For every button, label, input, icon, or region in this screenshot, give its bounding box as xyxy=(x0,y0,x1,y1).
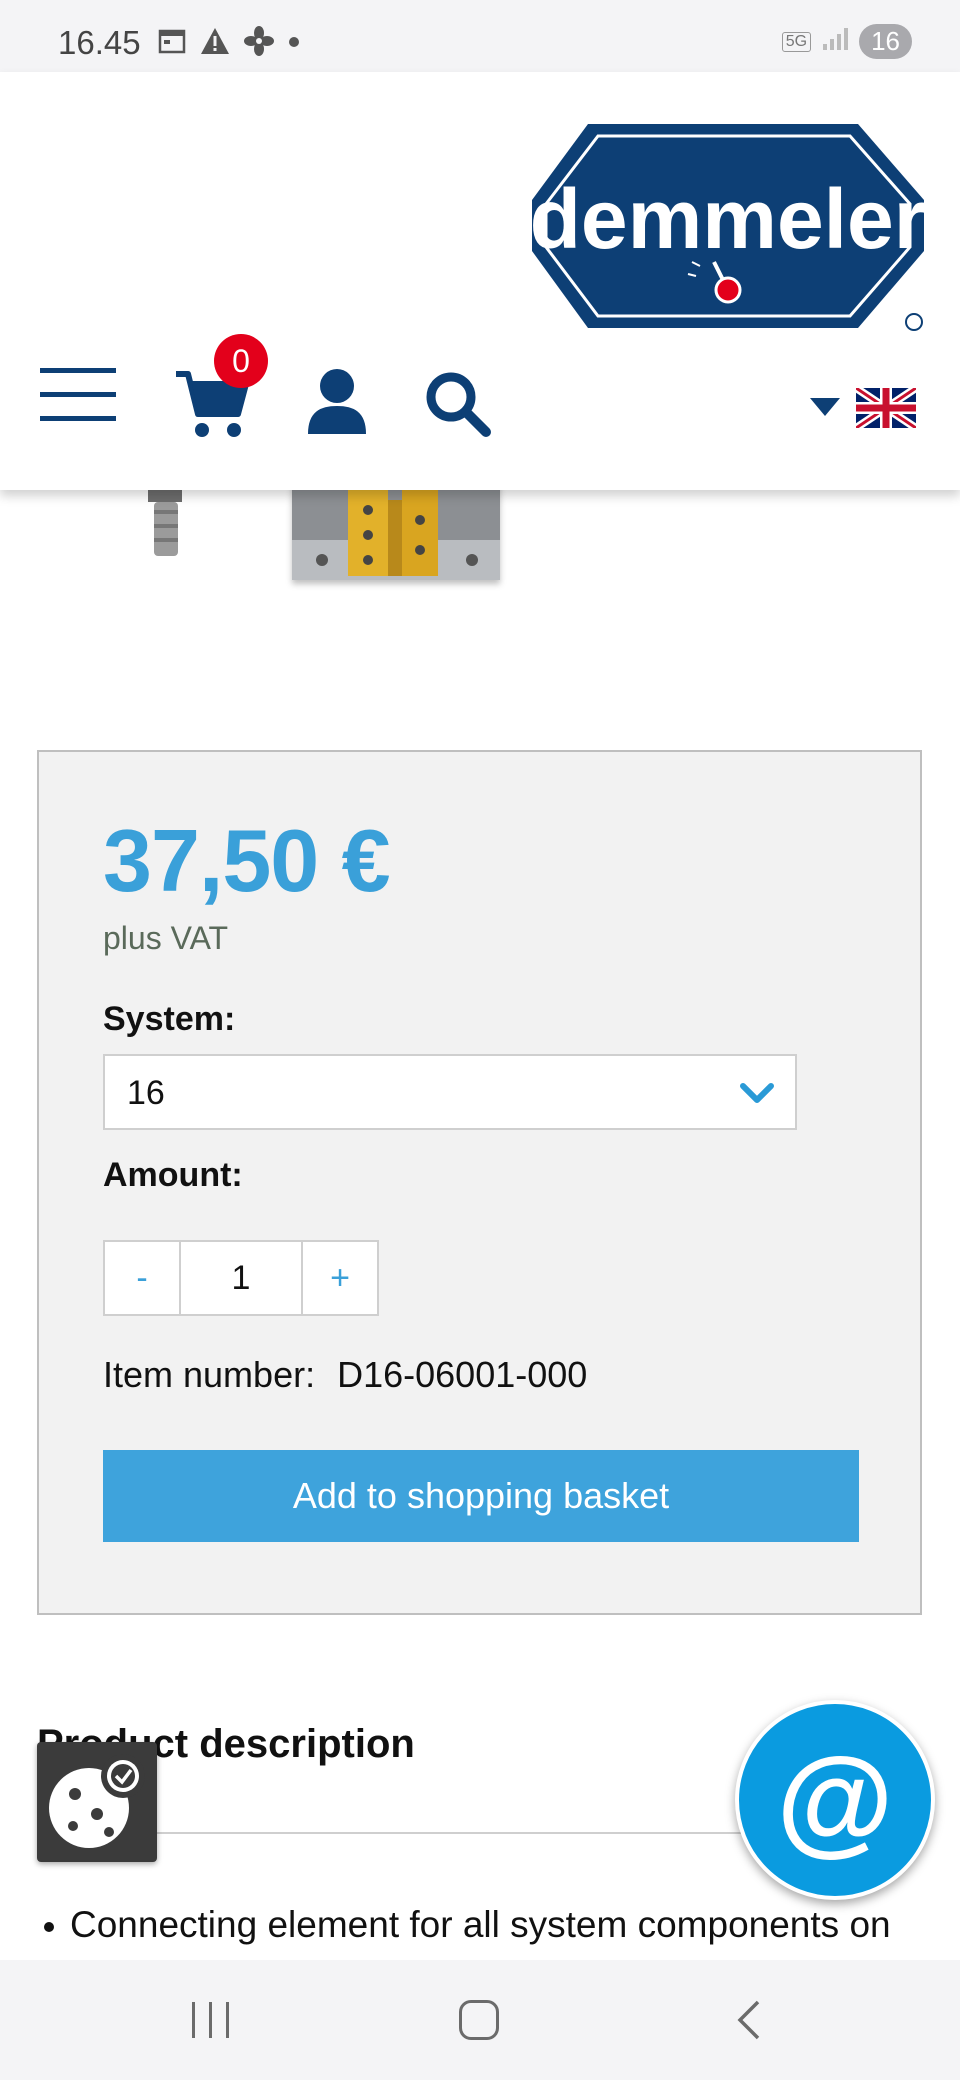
signal-icon xyxy=(821,26,849,57)
language-dropdown-caret-icon[interactable] xyxy=(810,398,840,416)
product-price: 37,50 € xyxy=(103,811,391,910)
quantity-increase-button[interactable]: + xyxy=(303,1242,377,1314)
fan-icon xyxy=(244,26,274,61)
description-bullet-text: Connecting element for all system compon… xyxy=(70,1904,891,1945)
cookie-settings-button[interactable] xyxy=(37,1742,157,1862)
site-header: demmeler 0 xyxy=(0,72,960,490)
recent-apps-icon[interactable] xyxy=(192,2002,232,2038)
system-select[interactable]: 16 xyxy=(103,1054,797,1130)
warning-icon xyxy=(200,27,230,60)
status-time: 16.45 xyxy=(58,24,141,61)
item-number: Item number: D16-06001-000 xyxy=(103,1354,587,1396)
amount-label: Amount: xyxy=(103,1156,243,1194)
product-thumbnail[interactable] xyxy=(292,480,500,580)
quantity-input[interactable]: 1 xyxy=(179,1242,303,1314)
cart-count-badge: 0 xyxy=(214,334,268,388)
purchase-panel: 37,50 € plus VAT System: 16 Amount: - 1 … xyxy=(37,750,922,1615)
user-icon[interactable] xyxy=(306,368,368,436)
system-navigation-bar xyxy=(0,1960,960,2080)
status-bar: 16.45 5G 16 xyxy=(0,0,960,72)
status-icons xyxy=(158,26,300,61)
home-icon[interactable] xyxy=(459,2000,499,2040)
quantity-decrease-button[interactable]: - xyxy=(105,1242,179,1314)
contact-chat-button[interactable]: @ xyxy=(735,1700,935,1900)
product-thumbnail[interactable] xyxy=(140,480,190,560)
add-to-basket-button[interactable]: Add to shopping basket xyxy=(103,1450,859,1542)
status-right: 5G 16 xyxy=(781,24,912,59)
item-number-value: D16-06001-000 xyxy=(337,1354,588,1395)
dot-icon xyxy=(288,35,300,53)
quantity-stepper: - 1 + xyxy=(103,1240,379,1316)
network-icon: 5G xyxy=(781,31,812,52)
logo-text: demmeler xyxy=(530,172,927,266)
description-bullet: Connecting element for all system compon… xyxy=(44,1904,891,1946)
demmeler-logo[interactable]: demmeler xyxy=(528,116,928,336)
back-icon[interactable] xyxy=(736,2000,762,2040)
item-number-label: Item number: xyxy=(103,1354,316,1395)
bullet-icon xyxy=(44,1922,54,1933)
chevron-down-icon xyxy=(737,1076,777,1112)
system-label: System: xyxy=(103,1000,236,1038)
battery-badge: 16 xyxy=(859,24,912,59)
uk-flag-icon[interactable] xyxy=(853,384,919,432)
menu-icon[interactable] xyxy=(40,368,116,424)
search-icon[interactable] xyxy=(424,370,492,438)
system-select-value: 16 xyxy=(127,1074,165,1112)
vat-note: plus VAT xyxy=(103,920,229,956)
calendar-icon xyxy=(158,28,186,59)
